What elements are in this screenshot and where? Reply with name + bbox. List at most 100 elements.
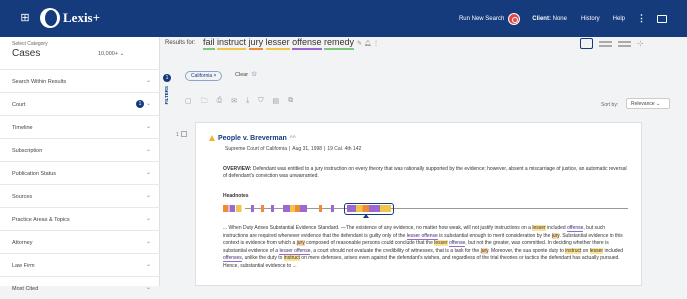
apps-grid-icon[interactable]: ⊞	[18, 11, 32, 25]
result-checkbox[interactable]	[180, 131, 187, 137]
warning-icon[interactable]	[209, 135, 215, 141]
heatmap-hit	[283, 205, 307, 212]
heatmap-hit	[251, 205, 254, 212]
chevron-down-icon: ⌄	[146, 147, 152, 153]
overview-label: OVERVIEW:	[223, 166, 252, 172]
sidebar-item-label: Attorney	[12, 240, 33, 246]
active-filter-chip[interactable]: California ×	[185, 71, 223, 81]
sidebar-item-search-within[interactable]: Search Within Results ⌄	[0, 69, 160, 92]
case-title-link[interactable]: People v. Breverman AA	[209, 134, 296, 142]
alert-icon[interactable]: 🔔︎	[364, 41, 372, 47]
category-count[interactable]: 10,000+ ⌄	[98, 51, 124, 57]
grid-view-icon[interactable]	[580, 38, 593, 49]
help-link[interactable]: Help	[613, 16, 625, 22]
chevron-down-icon: ⌄	[146, 78, 152, 84]
message-icon[interactable]	[657, 14, 667, 23]
query-term: jury	[248, 37, 264, 50]
sidebar-item-label: Most Cited	[12, 286, 39, 292]
select-category-label: Select Category	[12, 41, 48, 47]
sidebar-item-label: Court	[12, 102, 26, 108]
filters-label: FILTERS	[164, 86, 169, 105]
filter-count-badge: 1	[136, 100, 144, 108]
excerpt-text: is substantial enough to merit considera…	[437, 232, 552, 239]
heatmap-viewport[interactable]	[344, 203, 394, 215]
highlighted-term: lesser offense	[406, 232, 438, 240]
heatmap-marker	[363, 214, 369, 218]
highlighted-term: jury	[296, 240, 305, 246]
run-new-search-label[interactable]: Run New Search	[459, 16, 504, 22]
category-count-value: 10,000+	[98, 51, 119, 57]
sidebar-item-subscription[interactable]: Subscription ⌄	[0, 138, 160, 161]
chevron-down-icon: ⌄	[146, 193, 152, 199]
sidebar-item-most-cited[interactable]: Most Cited ⌄	[0, 276, 160, 299]
download-icon[interactable]: ⤓	[246, 97, 249, 108]
excerpt-text: ... When Duty Arises Substantial Evidenc…	[223, 225, 533, 231]
query-term: instruct	[217, 37, 247, 50]
case-cite: 19 Cal. 4th 142	[327, 146, 362, 152]
sort-dropdown[interactable]: Relevance ⌄	[626, 98, 670, 109]
sort-by-label: Sort by:	[601, 102, 619, 108]
email-icon[interactable]: ✉	[231, 97, 237, 108]
category-name[interactable]: Cases	[12, 48, 40, 59]
print-icon[interactable]: ⎙	[217, 97, 223, 108]
highlighted-term: instruct	[283, 255, 300, 261]
star-icon[interactable]: ☆	[251, 70, 257, 78]
more-vert-icon[interactable]: ⋮	[373, 41, 379, 47]
client-selector[interactable]: Client: None	[532, 16, 567, 22]
search-icon[interactable]	[508, 12, 521, 25]
filters-toggle[interactable]: 1 FILTERS	[161, 66, 173, 226]
edit-icon[interactable]: ✎	[357, 41, 362, 47]
lexis-logo[interactable]: Lexis+	[40, 8, 100, 28]
copy-icon[interactable]: ⧉	[288, 97, 293, 108]
result-select[interactable]: 1	[176, 131, 187, 138]
highlighted-term: lesser offense	[279, 247, 311, 255]
bookmark-icon[interactable]: ⛉	[258, 97, 263, 108]
excerpt-text: . Moreover, the sua sponte duty to	[488, 247, 566, 254]
case-court: Supreme Court of California	[225, 146, 287, 152]
term-heatmap[interactable]	[223, 203, 628, 218]
sidebar-item-attorney[interactable]: Attorney ⌄	[0, 230, 160, 253]
top-links: Run New Search Client: None History Help…	[459, 0, 687, 37]
logo-mark	[40, 8, 60, 28]
client-value: None	[552, 15, 567, 22]
sidebar-item-court[interactable]: Court 1 ⌄	[0, 92, 160, 115]
sidebar-item-label: Timeline	[12, 125, 33, 131]
chevron-down-icon: ⌄	[146, 124, 152, 130]
document-icon[interactable]: ▤	[272, 97, 279, 108]
chevron-down-icon: ⌄	[146, 239, 152, 245]
query-term: offense	[292, 37, 322, 50]
sidebar-item-label: Publication Status	[12, 171, 57, 177]
select-all-checkbox[interactable]: ▢	[185, 97, 192, 108]
case-meta: Supreme Court of California | Aug 31, 1998…	[225, 146, 362, 152]
more-vert-icon[interactable]: ⋮	[637, 13, 646, 24]
sidebar-item-label: Search Within Results	[12, 79, 67, 85]
top-navigation-bar: ⊞ Lexis+ Run New Search Client: None His…	[0, 0, 687, 37]
sidebar-item-label: Sources	[12, 194, 33, 200]
heatmap-hit	[223, 205, 245, 212]
sidebar-item-sources[interactable]: Sources ⌄	[0, 184, 160, 207]
list-view-icon[interactable]	[599, 40, 612, 47]
chevron-down-icon: ⌄	[146, 101, 152, 107]
sidebar-item-timeline[interactable]: Timeline ⌄	[0, 115, 160, 138]
query-term: lesser	[265, 37, 290, 50]
history-link[interactable]: History	[581, 16, 600, 22]
folder-icon[interactable]: 🗀	[201, 97, 208, 108]
highlighted-term: instruct	[565, 247, 582, 254]
compact-view-icon[interactable]	[618, 40, 631, 47]
view-options: ⊹	[580, 38, 644, 49]
search-query[interactable]: fail instruct jury lesser offense remedy	[203, 37, 355, 50]
case-title: People v. Breverman	[218, 135, 287, 142]
sidebar-item-publication-status[interactable]: Publication Status ⌄	[0, 161, 160, 184]
sidebar-item-law-firm[interactable]: Law Firm ⌄	[0, 253, 160, 276]
chevron-down-icon: ⌄	[146, 285, 152, 291]
heatmap-hit	[271, 205, 274, 212]
heatmap-hit	[319, 205, 322, 212]
highlighted-term: lesser	[589, 247, 604, 254]
highlighted-term: lesser	[434, 240, 448, 246]
brand-name: Lexis+	[63, 10, 101, 25]
excerpt-text: , a court should not evaluate the credib…	[310, 247, 481, 254]
filters-count-badge: 1	[163, 74, 171, 82]
clear-filters-link[interactable]: Clear	[235, 72, 248, 78]
pin-icon[interactable]: ⊹	[637, 39, 644, 48]
sidebar-item-practice-areas[interactable]: Practice Areas & Topics ⌄	[0, 207, 160, 230]
